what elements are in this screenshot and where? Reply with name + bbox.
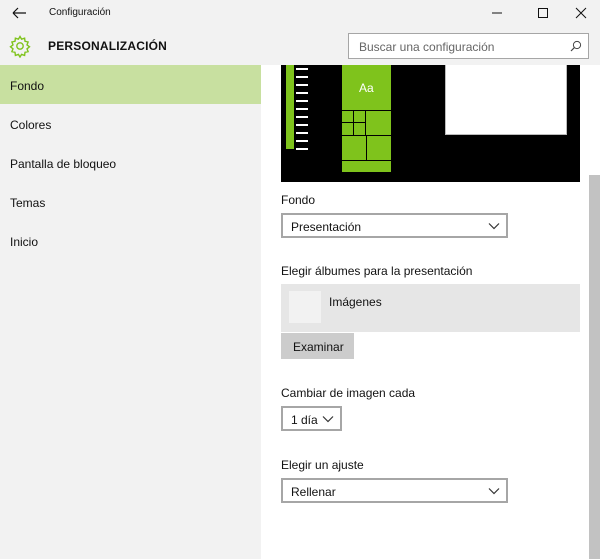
maximize-icon [538, 8, 548, 18]
background-value: Presentación [291, 220, 362, 234]
preview-tile-text: Aa [359, 81, 374, 95]
interval-value: 1 día [291, 413, 318, 427]
sidebar-item-pantalla-de-bloqueo[interactable]: Pantalla de bloqueo [0, 143, 261, 182]
sidebar-item-temas[interactable]: Temas [0, 182, 261, 221]
preview-menu-line [296, 148, 308, 150]
sidebar-item-label: Fondo [10, 79, 45, 93]
sidebar-item-label: Colores [10, 118, 52, 132]
interval-label: Cambiar de imagen cada [281, 386, 416, 400]
preview-menu-line [296, 140, 308, 142]
fit-value: Rellenar [291, 485, 336, 499]
gear-icon [8, 34, 32, 59]
preview-menu-line [296, 116, 308, 118]
title-bar: Configuración [0, 0, 600, 27]
sidebar-item-label: Pantalla de bloqueo [10, 157, 117, 171]
chevron-down-icon [322, 416, 334, 423]
page-title: PERSONALIZACIÓN [48, 39, 168, 53]
sidebar-item-label: Inicio [10, 235, 39, 249]
browse-button[interactable]: Examinar [281, 333, 354, 359]
preview-menu-line [296, 84, 308, 86]
interval-dropdown[interactable]: 1 día [281, 406, 342, 431]
preview-menu-line [296, 124, 308, 126]
preview-menu-line [296, 108, 308, 110]
preview-tile [342, 111, 353, 122]
window-title: Configuración [49, 7, 111, 18]
preview-start-strip [286, 65, 294, 149]
search-input[interactable]: Buscar una configuración [348, 33, 589, 59]
preview-menu-line [296, 76, 308, 78]
preview-tile [342, 123, 353, 135]
preview-menu-line [296, 132, 308, 134]
preview-menu-line [296, 68, 308, 70]
close-icon [575, 7, 587, 19]
album-item[interactable] [281, 284, 580, 332]
scrollbar-thumb[interactable] [589, 175, 600, 559]
preview-window [445, 65, 567, 135]
album-name: Imágenes [329, 295, 382, 309]
preview-tile [342, 161, 391, 172]
background-dropdown[interactable]: Presentación [281, 213, 508, 238]
fit-label: Elegir un ajuste [281, 458, 364, 472]
minimize-icon [492, 12, 502, 14]
preview-tile [342, 136, 366, 160]
sidebar-item-colores[interactable]: Colores [0, 104, 261, 143]
preview-tile [354, 123, 365, 135]
preview-menu-line [296, 92, 308, 94]
sidebar-item-fondo[interactable]: Fondo [0, 65, 261, 104]
search-icon[interactable] [570, 40, 582, 52]
sidebar-item-inicio[interactable]: Inicio [0, 221, 261, 260]
albums-label: Elegir álbumes para la presentación [281, 264, 473, 278]
close-button[interactable] [558, 0, 600, 27]
album-thumbnail [289, 291, 321, 323]
sidebar: Fondo Colores Pantalla de bloqueo Temas … [0, 65, 261, 559]
chevron-down-icon [488, 223, 500, 230]
sidebar-item-label: Temas [10, 196, 46, 210]
preview-tile [367, 136, 391, 160]
settings-header: PERSONALIZACIÓN Buscar una configuración [0, 27, 600, 65]
minimize-button[interactable] [474, 0, 520, 27]
background-label: Fondo [281, 193, 316, 207]
fit-dropdown[interactable]: Rellenar [281, 478, 508, 503]
preview-tile [366, 111, 391, 135]
chevron-down-icon [488, 488, 500, 495]
browse-button-label: Examinar [293, 340, 344, 354]
back-arrow-icon[interactable] [10, 4, 30, 22]
preview-menu-line [296, 100, 308, 102]
search-placeholder: Buscar una configuración [359, 40, 495, 54]
preview-tile [354, 111, 365, 122]
